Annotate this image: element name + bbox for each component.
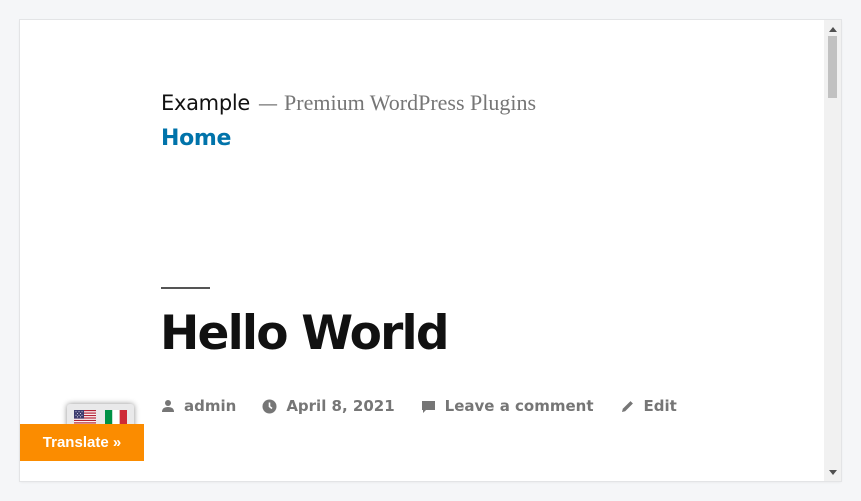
person-icon (162, 400, 174, 412)
title-divider (161, 287, 210, 289)
post-author[interactable]: admin (161, 397, 236, 415)
browser-viewport: Example — Premium WordPress Plugins Home H… (20, 20, 841, 481)
post-edit[interactable]: Edit (620, 397, 677, 415)
scroll-up-arrow-icon[interactable] (824, 22, 841, 36)
post-comments[interactable]: Leave a comment (421, 397, 594, 415)
comment-icon (421, 400, 435, 413)
post-meta: admin April 8, 2021 Leave a comment Edit (161, 397, 703, 415)
post-date-text[interactable]: April 8, 2021 (286, 397, 394, 415)
nav-home-link[interactable]: Home (161, 126, 231, 151)
pencil-icon (621, 400, 633, 412)
translate-button[interactable]: Translate » (20, 424, 144, 461)
title-separator: — (258, 91, 279, 115)
clock-icon (262, 399, 277, 413)
site-tagline: Premium WordPress Plugins (284, 90, 537, 115)
edit-link[interactable]: Edit (644, 397, 677, 415)
post-title: Hello World (160, 306, 449, 361)
scrollbar-thumb[interactable] (828, 36, 837, 98)
leave-comment-link[interactable]: Leave a comment (445, 397, 594, 415)
vertical-scrollbar[interactable] (824, 20, 841, 481)
author-name[interactable]: admin (184, 397, 236, 415)
post-date[interactable]: April 8, 2021 (262, 397, 395, 415)
site-branding: Example — Premium WordPress Plugins (161, 90, 536, 116)
scroll-down-arrow-icon[interactable] (824, 465, 841, 479)
site-title[interactable]: Example (161, 91, 250, 115)
